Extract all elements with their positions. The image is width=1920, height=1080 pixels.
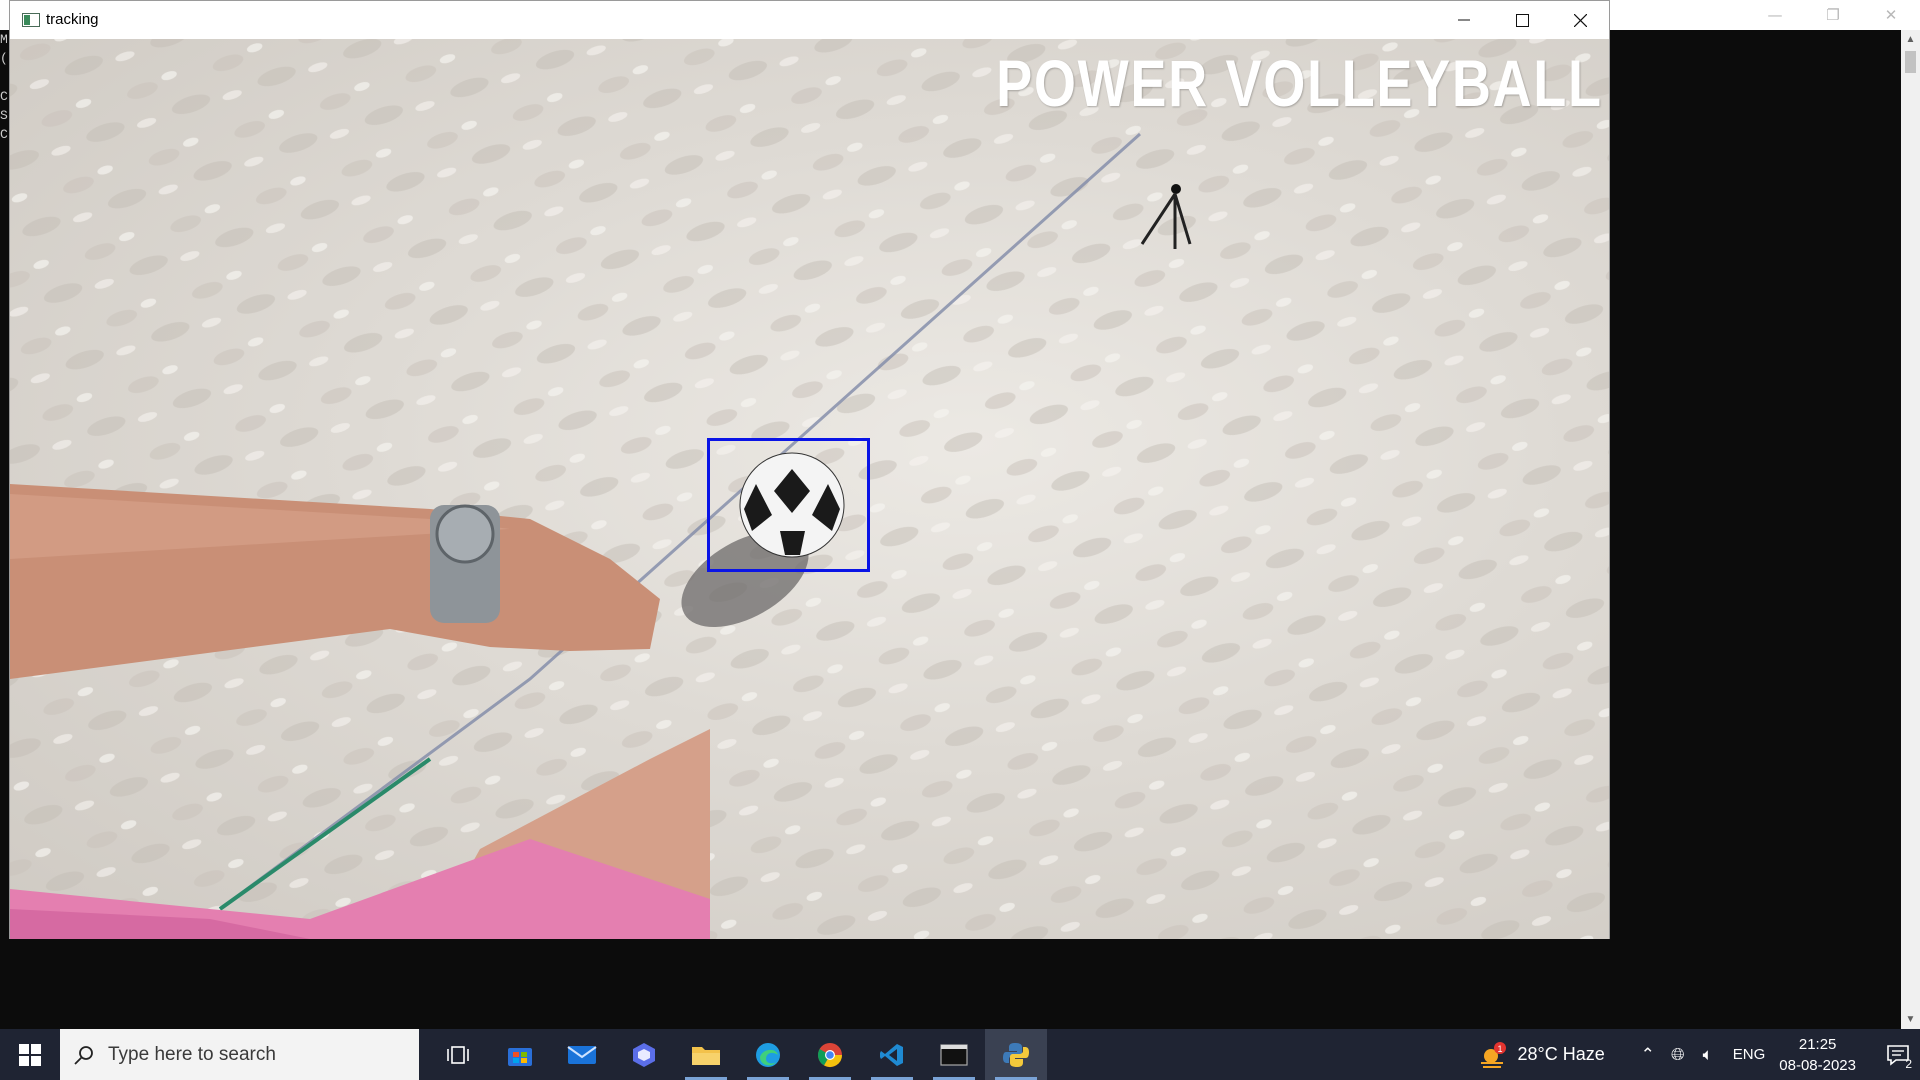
tracking-window[interactable]: tracking POWER VOLLEYBALL <box>9 0 1610 939</box>
microsoft-store-icon <box>508 1047 532 1066</box>
terminal-icon <box>940 1043 968 1066</box>
vscode-button[interactable] <box>861 1029 923 1080</box>
close-icon <box>1573 13 1587 27</box>
window-title: tracking <box>46 11 99 28</box>
copilot-button[interactable] <box>613 1029 675 1080</box>
weather-alert-badge: 1 <box>1497 1044 1502 1054</box>
weather-widget[interactable]: 1 28°C Haze <box>1478 1041 1605 1069</box>
window-app-icon <box>22 13 40 27</box>
scroll-up-arrow-icon[interactable]: ▲ <box>1901 30 1920 49</box>
copilot-icon <box>633 1042 655 1067</box>
console-close-button[interactable]: ✕ <box>1862 0 1920 30</box>
weather-haze-icon: 1 <box>1480 1041 1506 1068</box>
notification-center-button[interactable]: 2 <box>1876 1029 1920 1080</box>
chevron-up-icon[interactable]: ⌃ <box>1633 1045 1663 1065</box>
mail-button[interactable] <box>551 1029 613 1080</box>
tracking-bounding-box <box>707 438 870 572</box>
mail-icon <box>567 1045 597 1064</box>
microsoft-store-button[interactable] <box>489 1029 551 1080</box>
vscode-icon <box>880 1043 903 1066</box>
search-icon <box>74 1045 93 1065</box>
chrome-icon <box>817 1042 842 1067</box>
minimize-button[interactable] <box>1435 1 1493 39</box>
scroll-thumb[interactable] <box>1905 51 1916 73</box>
task-view-icon <box>447 1045 469 1064</box>
console-restore-button[interactable]: ❐ <box>1804 0 1862 30</box>
terminal-button[interactable] <box>923 1029 985 1080</box>
language-indicator[interactable]: ENG <box>1733 1046 1766 1063</box>
folder-icon <box>692 1046 720 1065</box>
notification-count: 2 <box>1905 1057 1912 1071</box>
system-tray: 1 28°C Haze ⌃ 🌐︎ 🔈︎ ENG 21:25 08-08-2023… <box>1478 1029 1920 1080</box>
scroll-down-arrow-icon[interactable]: ▼ <box>1901 1010 1920 1029</box>
file-explorer-button[interactable] <box>675 1029 737 1080</box>
task-view-button[interactable] <box>427 1029 489 1080</box>
console-minimize-button[interactable]: — <box>1746 0 1804 30</box>
taskbar: Type here to search 1 28°C Haze ⌃ 🌐︎ 🔈︎ … <box>0 1029 1920 1080</box>
clock-time: 21:25 <box>1798 1035 1837 1053</box>
window-controls <box>1435 1 1609 39</box>
search-placeholder: Type here to search <box>108 1043 276 1065</box>
taskbar-search-box[interactable]: Type here to search <box>60 1029 419 1080</box>
start-button[interactable] <box>0 1029 60 1080</box>
window-titlebar[interactable]: tracking <box>10 1 1609 39</box>
speaker-icon[interactable]: 🔈︎ <box>1693 1045 1723 1065</box>
edge-button[interactable] <box>737 1029 799 1080</box>
edge-icon <box>756 1042 780 1067</box>
python-icon <box>1003 1042 1029 1067</box>
python-button[interactable] <box>985 1029 1047 1080</box>
chrome-button[interactable] <box>799 1029 861 1080</box>
console-window-controls: — ❐ ✕ <box>1746 0 1920 30</box>
close-button[interactable] <box>1551 1 1609 39</box>
maximize-button[interactable] <box>1493 1 1551 39</box>
maximize-icon <box>1515 13 1529 27</box>
weather-temperature: 28°C Haze <box>1517 1044 1605 1064</box>
taskbar-apps <box>427 1029 1047 1080</box>
minimize-icon <box>1458 19 1470 21</box>
video-frame: POWER VOLLEYBALL <box>10 39 1609 939</box>
globe-network-icon[interactable]: 🌐︎ <box>1663 1045 1693 1065</box>
video-watermark: POWER VOLLEYBALL <box>996 46 1603 120</box>
console-scrollbar[interactable]: ▲ ▼ <box>1901 30 1920 1029</box>
clock-date: 08-08-2023 <box>1779 1056 1856 1074</box>
clock[interactable]: 21:25 08-08-2023 <box>1779 1034 1856 1076</box>
windows-logo-icon <box>19 1043 41 1066</box>
